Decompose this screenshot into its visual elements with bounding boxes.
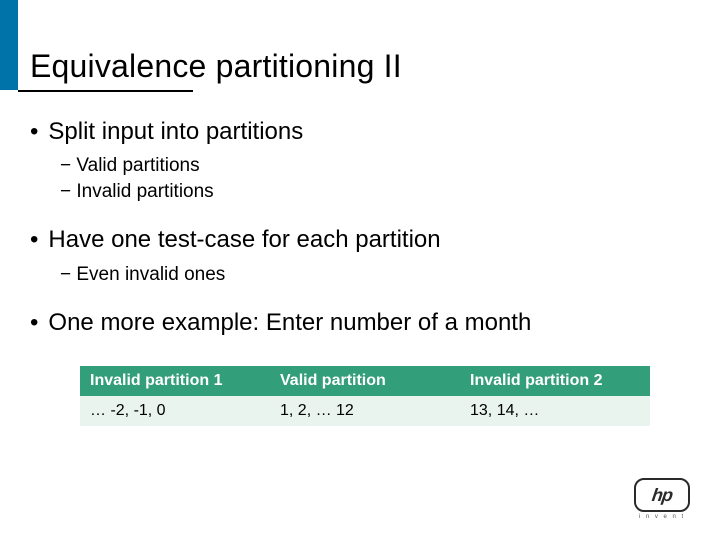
bullet-dot-icon: •	[30, 116, 38, 147]
table-cell: 13, 14, …	[460, 396, 650, 426]
table-cell: 1, 2, … 12	[270, 396, 460, 426]
sub-bullet: − Even invalid ones	[60, 262, 680, 288]
table-header-row: Invalid partition 1 Valid partition Inva…	[80, 366, 650, 396]
hp-logo-box: hp	[634, 478, 690, 512]
slide: Equivalence partitioning II • Split inpu…	[0, 0, 720, 540]
hp-logo: hp i n v e n t	[634, 478, 690, 518]
slide-content: • Split input into partitions − Valid pa…	[30, 110, 680, 426]
bullet-2: • Have one test-case for each partition	[30, 224, 680, 255]
table-row: … -2, -1, 0 1, 2, … 12 13, 14, …	[80, 396, 650, 426]
bullet-2-text: Have one test-case for each partition	[48, 224, 440, 255]
accent-bar	[0, 0, 18, 90]
table-cell: … -2, -1, 0	[80, 396, 270, 426]
bullet-1-sublist: − Valid partitions − Invalid partitions	[60, 153, 680, 204]
hp-logo-tagline: i n v e n t	[634, 514, 690, 520]
example-table: Invalid partition 1 Valid partition Inva…	[80, 366, 650, 426]
bullet-1: • Split input into partitions	[30, 116, 680, 147]
table-header-cell: Valid partition	[270, 366, 460, 396]
bullet-3-text: One more example: Enter number of a mont…	[48, 307, 531, 338]
bullet-2-sublist: − Even invalid ones	[60, 262, 680, 288]
slide-title: Equivalence partitioning II	[30, 48, 402, 85]
bullet-dot-icon: •	[30, 307, 38, 338]
table-header-cell: Invalid partition 1	[80, 366, 270, 396]
sub-bullet: − Invalid partitions	[60, 179, 680, 205]
bullet-3: • One more example: Enter number of a mo…	[30, 307, 680, 338]
bullet-1-text: Split input into partitions	[48, 116, 303, 147]
title-underline	[18, 90, 193, 92]
sub-bullet: − Valid partitions	[60, 153, 680, 179]
table-header-cell: Invalid partition 2	[460, 366, 650, 396]
hp-logo-text: hp	[651, 485, 674, 506]
bullet-dot-icon: •	[30, 224, 38, 255]
